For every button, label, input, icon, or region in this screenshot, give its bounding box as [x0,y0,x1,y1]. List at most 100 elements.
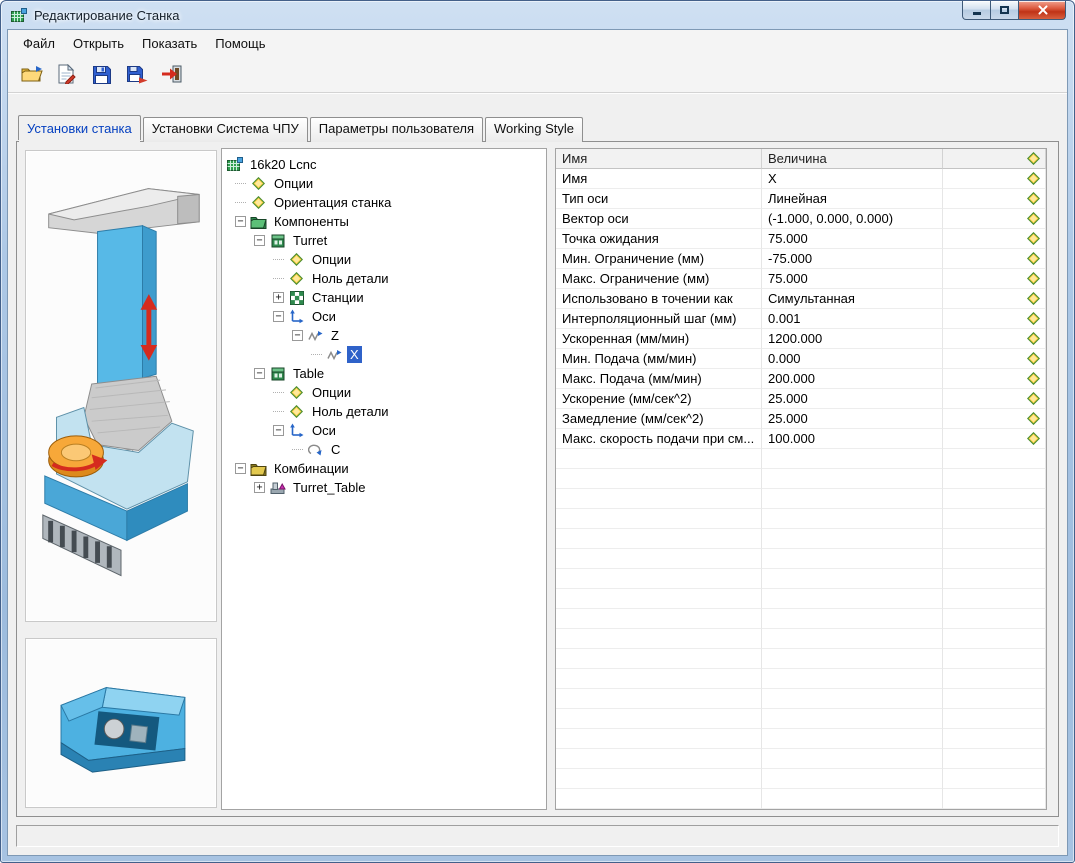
tab-cnc-settings[interactable]: Установки Система ЧПУ [142,117,308,142]
open-folder-button[interactable] [18,61,45,88]
tree-node[interactable]: − Компоненты [222,212,546,231]
property-row-empty[interactable] [556,509,1046,529]
property-name-cell: Точка ожидания [556,229,762,249]
property-row[interactable]: Макс. скорость подачи при см... 100.000 [556,429,1046,449]
menu-file[interactable]: Файл [14,32,64,55]
property-row-empty[interactable] [556,729,1046,749]
property-row[interactable]: Тип оси Линейная [556,189,1046,209]
tree-node[interactable]: − Оси [222,421,546,440]
property-row[interactable]: Мин. Ограничение (мм) -75.000 [556,249,1046,269]
empty-cell [762,449,943,469]
property-row-empty[interactable] [556,749,1046,769]
empty-cell [556,529,762,549]
property-row-empty[interactable] [556,629,1046,649]
property-row-empty[interactable] [556,609,1046,629]
collapse-toggle-icon[interactable]: − [254,368,265,379]
tree-node[interactable]: 16k20 Lcnc [222,155,546,174]
menu-open[interactable]: Открыть [64,32,133,55]
components-folder-icon [250,214,267,230]
property-row[interactable]: Использовано в точении как Симультанная [556,289,1046,309]
maximize-button[interactable] [991,1,1019,20]
property-row[interactable]: Точка ожидания 75.000 [556,229,1046,249]
tree-node[interactable]: − Оси [222,307,546,326]
empty-cell [556,629,762,649]
expand-toggle-icon[interactable]: + [273,292,284,303]
empty-cell [556,789,762,809]
property-row[interactable]: Ускорение (мм/сек^2) 25.000 [556,389,1046,409]
property-row-empty[interactable] [556,769,1046,789]
tree-node[interactable]: Ноль детали [222,402,546,421]
property-value-cell: -75.000 [762,249,943,269]
tree-node[interactable]: − Комбинации [222,459,546,478]
save-button[interactable] [88,61,115,88]
empty-cell [943,549,1046,569]
property-row-empty[interactable] [556,669,1046,689]
open-document-button[interactable] [53,61,80,88]
tree-node-label: Ноль детали [312,404,389,419]
property-row-empty[interactable] [556,529,1046,549]
empty-cell [943,749,1046,769]
menu-help[interactable]: Помощь [206,32,274,55]
tree-node[interactable]: + Turret_Table [222,478,546,497]
tab-machine-settings[interactable]: Установки станка [18,115,141,142]
axes-icon [288,309,305,325]
menu-show[interactable]: Показать [133,32,206,55]
save-icon [92,65,111,84]
tab-working-style[interactable]: Working Style [485,117,583,142]
empty-cell [762,649,943,669]
tree-node[interactable]: Ноль детали [222,269,546,288]
property-row[interactable]: Мин. Подача (мм/мин) 0.000 [556,349,1046,369]
empty-cell [556,549,762,569]
component-icon [269,233,286,249]
tree-node[interactable]: + Станции [222,288,546,307]
tree-node[interactable]: Опции [222,383,546,402]
property-row-empty[interactable] [556,709,1046,729]
property-row-empty[interactable] [556,789,1046,809]
tree-node[interactable]: C [222,440,546,459]
expand-toggle-icon[interactable]: + [254,482,265,493]
property-value-cell: 100.000 [762,429,943,449]
property-row-empty[interactable] [556,469,1046,489]
title-bar[interactable]: Редактирование Станка [1,1,1074,29]
tree-node[interactable]: Ориентация станка [222,193,546,212]
property-row[interactable]: Ускоренная (мм/мин) 1200.000 [556,329,1046,349]
property-row-empty[interactable] [556,569,1046,589]
tree-node-label: Оси [312,309,336,324]
collapse-toggle-icon[interactable]: − [254,235,265,246]
empty-cell [943,649,1046,669]
tree-node[interactable]: Опции [222,174,546,193]
property-row-empty[interactable] [556,489,1046,509]
property-row[interactable]: Макс. Ограничение (мм) 75.000 [556,269,1046,289]
collapse-toggle-icon[interactable]: − [273,425,284,436]
collapse-toggle-icon[interactable]: − [292,330,303,341]
tree-node[interactable]: − Table [222,364,546,383]
property-row-empty[interactable] [556,649,1046,669]
property-row[interactable]: Вектор оси (-1.000, 0.000, 0.000) [556,209,1046,229]
property-row-empty[interactable] [556,449,1046,469]
property-row-empty[interactable] [556,589,1046,609]
empty-cell [943,769,1046,789]
save-as-button[interactable] [123,61,150,88]
tree-node[interactable]: − Turret [222,231,546,250]
tab-user-parameters[interactable]: Параметры пользователя [309,117,484,142]
tree-node[interactable]: Опции [222,250,546,269]
collapse-toggle-icon[interactable]: − [235,216,246,227]
window-title: Редактирование Станка [34,7,180,23]
property-extra-cell [943,229,1046,249]
minimize-button[interactable] [962,1,991,20]
empty-cell [943,689,1046,709]
collapse-toggle-icon[interactable]: − [273,311,284,322]
property-row-empty[interactable] [556,689,1046,709]
property-row-empty[interactable] [556,549,1046,569]
tree-node[interactable]: X [222,345,546,364]
collapse-toggle-icon[interactable]: − [235,463,246,474]
machine-image-small [60,686,186,773]
close-button[interactable] [1019,1,1066,20]
tree-node[interactable]: − Z [222,326,546,345]
exit-button[interactable] [158,61,185,88]
property-row[interactable]: Имя X [556,169,1046,189]
option-diamond-icon [1027,332,1040,345]
property-row[interactable]: Интерполяционный шаг (мм) 0.001 [556,309,1046,329]
property-row[interactable]: Макс. Подача (мм/мин) 200.000 [556,369,1046,389]
property-row[interactable]: Замедление (мм/сек^2) 25.000 [556,409,1046,429]
